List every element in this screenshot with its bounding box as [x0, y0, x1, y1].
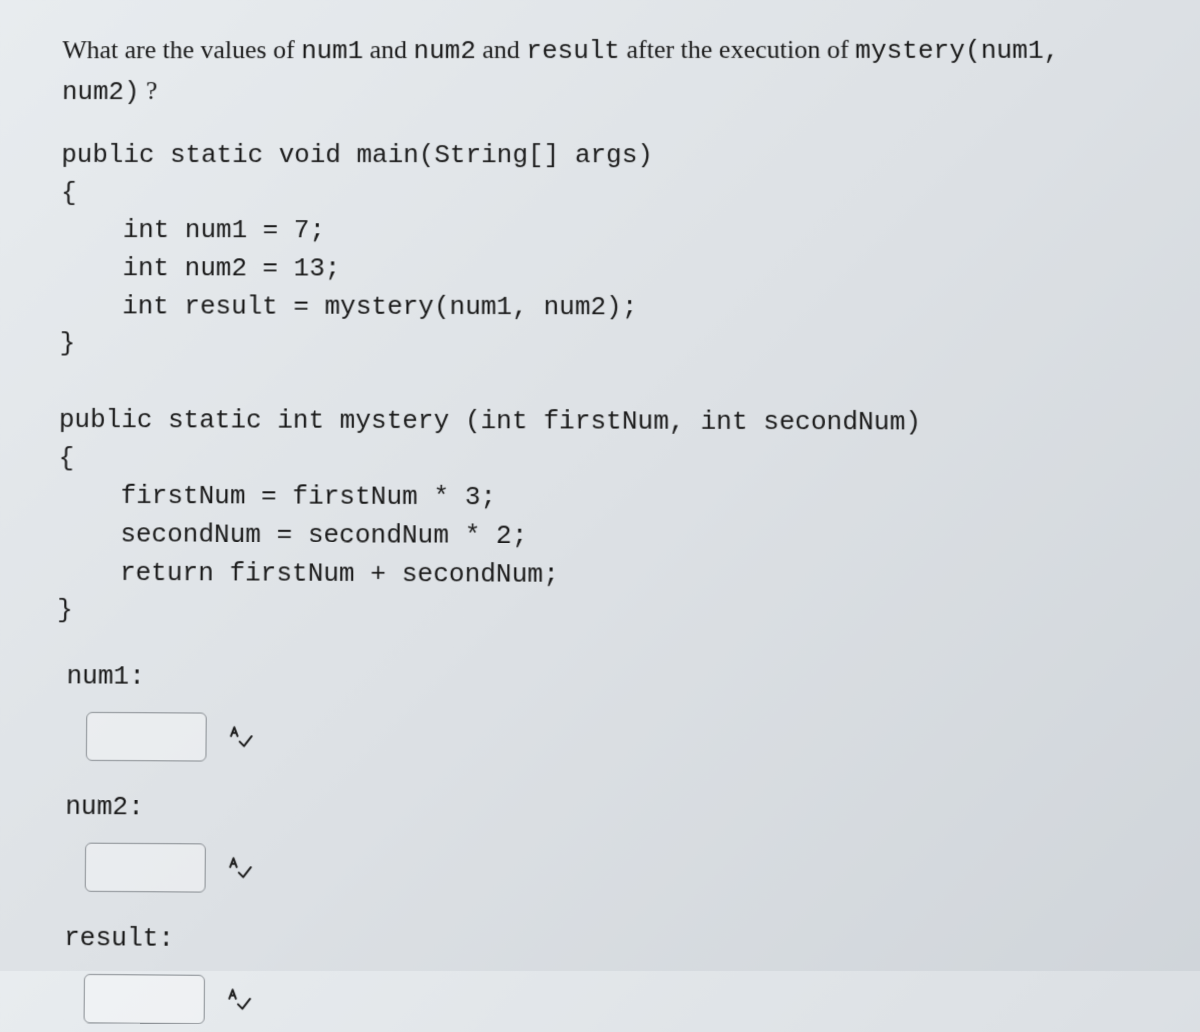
result-input-row [84, 974, 1152, 1032]
answer-row-num1: num1: [56, 661, 1150, 767]
num2-input-row [85, 843, 1151, 900]
result-label: result: [64, 922, 1151, 961]
num2-input[interactable] [85, 843, 206, 893]
question-var3: result [526, 36, 620, 66]
question-suffix: ? [139, 76, 157, 105]
question-mid3: after the execution of [620, 35, 855, 64]
spellcheck-icon[interactable] [225, 985, 253, 1014]
question-var2: num2 [414, 36, 476, 66]
answer-row-result: result: [53, 922, 1152, 1032]
num2-label: num2: [65, 791, 1150, 829]
question-mid1: and [363, 35, 413, 64]
answer-section: num1: num2: [53, 661, 1152, 1032]
question-prompt: What are the values of num1 and num2 and… [62, 30, 1143, 112]
num1-input[interactable] [86, 712, 207, 762]
result-input[interactable] [84, 974, 205, 1024]
spellcheck-icon[interactable] [226, 854, 254, 883]
spellcheck-icon[interactable] [227, 723, 255, 752]
question-var1: num1 [301, 36, 363, 66]
code-block: public static void main(String[] args) {… [57, 137, 1148, 635]
question-mid2: and [476, 35, 527, 64]
num1-label: num1: [66, 661, 1148, 697]
answer-row-num2: num2: [55, 791, 1151, 899]
num1-input-row [86, 712, 1150, 767]
question-prefix: What are the values of [62, 35, 301, 64]
